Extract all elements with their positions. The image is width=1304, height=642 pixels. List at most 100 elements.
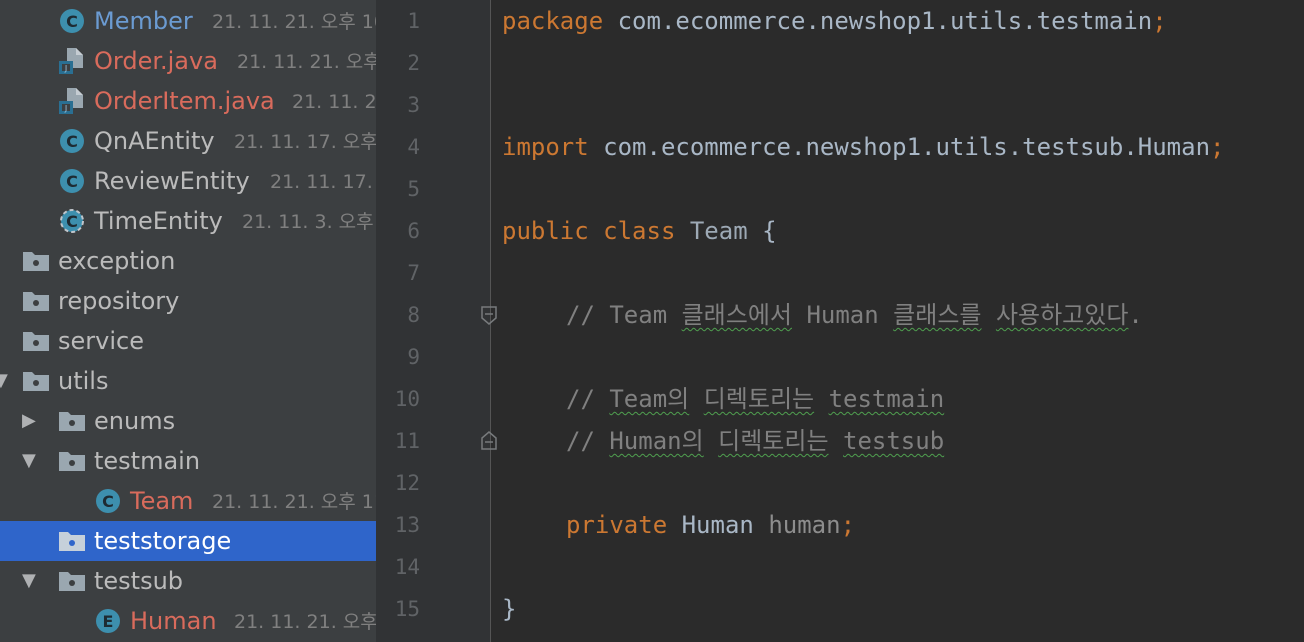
comment-text [814, 385, 828, 413]
tree-item-label: exception [58, 247, 176, 275]
abstract-class-icon: C [59, 208, 85, 234]
tree-item-testmain[interactable]: ▼ testmain [0, 441, 376, 481]
type-name: Human [667, 511, 769, 539]
semicolon: ; [840, 511, 856, 539]
tree-item-label: Order.java [94, 47, 218, 75]
line-number: 12 [394, 471, 420, 495]
semicolon: ; [1210, 133, 1225, 161]
java-file-icon: J [58, 87, 84, 114]
package-folder-icon [22, 369, 49, 395]
comment-word: 사용하고있다 [995, 301, 1129, 329]
tree-item-date: 21. 11. 21. 오후 10 [212, 11, 376, 33]
code-line-8-comment: // Team 클래스에서 Human 클래스를 사용하고있다. [566, 294, 1143, 336]
expanded-arrow-icon[interactable]: ▼ [22, 572, 38, 590]
comment-word: testmain [828, 385, 945, 413]
tree-item-exception[interactable]: exception [0, 241, 376, 281]
keyword: class [603, 217, 676, 245]
comment-word: 디렉토리는 [703, 385, 815, 413]
comment-word: 클래스를 [893, 301, 982, 329]
tree-item-timeentity[interactable]: C TimeEntity 21. 11. 3. 오후 [0, 201, 376, 241]
comment-text [689, 385, 703, 413]
svg-text:C: C [102, 492, 114, 511]
line-number: 5 [407, 177, 420, 201]
enum-icon: E [95, 608, 121, 634]
package-folder-icon [22, 289, 49, 315]
editor-gutter[interactable]: 1 2 3 4 5 6 7 8 9 10 11 12 13 14 15 [376, 0, 497, 642]
line-number: 3 [407, 93, 420, 117]
tree-item-teststorage[interactable]: teststorage [0, 521, 376, 561]
line-number: 14 [394, 555, 420, 579]
brace: { [762, 217, 777, 245]
tree-item-testsub[interactable]: ▼ testsub [0, 561, 376, 601]
comment-text: // Team [566, 301, 682, 329]
fold-end-icon[interactable] [480, 430, 497, 450]
comment-text: . [1128, 301, 1143, 329]
line-number: 15 [394, 597, 420, 621]
line-number: 2 [407, 51, 420, 75]
tree-item-date: 21. 11. 3. 오후 [242, 211, 374, 233]
tree-item-label: ReviewEntity [94, 167, 250, 195]
package-folder-icon [58, 529, 85, 555]
brace: } [502, 595, 517, 623]
keyword: public [502, 217, 589, 245]
tree-item-service[interactable]: service [0, 321, 376, 361]
tree-item-label: Human [130, 607, 217, 635]
tree-item-label: OrderItem.java [94, 87, 275, 115]
code-editor[interactable]: package com.ecommerce.newshop1.utils.tes… [502, 0, 1304, 642]
tree-item-reviewentity[interactable]: C ReviewEntity 21. 11. 17. 오 [0, 161, 376, 201]
tree-item-label: utils [58, 367, 109, 395]
tree-item-label: Team [130, 487, 194, 515]
tree-item-date: 21. 11. 17. 오 [270, 171, 376, 193]
svg-text:C: C [66, 132, 78, 151]
tree-item-human[interactable]: E Human 21. 11. 21. 오후 [0, 601, 376, 641]
tree-item-team[interactable]: C Team 21. 11. 21. 오후 11: [0, 481, 376, 521]
tree-item-date: 21. 11. 17. 오후 ! [234, 131, 376, 153]
comment-text [829, 427, 843, 455]
tree-item-order-java[interactable]: J Order.java 21. 11. 21. 오후 [0, 41, 376, 81]
tree-item-label: service [58, 327, 144, 355]
class-icon: C [59, 128, 85, 154]
comment-word: 클래스에서 [681, 301, 792, 329]
comment-word: testsub [843, 427, 945, 455]
fold-start-icon[interactable] [480, 306, 497, 325]
expanded-arrow-icon[interactable]: ▼ [22, 452, 38, 470]
tree-item-orderitem-java[interactable]: J OrderItem.java 21. 11. 21 [0, 81, 376, 121]
comment-text [981, 301, 995, 329]
import-path: com.ecommerce.newshop1.utils.testsub.Hum… [588, 133, 1211, 161]
semicolon: ; [1152, 7, 1167, 35]
code-line-10-comment: // Team의 디렉토리는 testmain [566, 378, 944, 420]
tree-item-label: repository [58, 287, 180, 315]
code-line-13: private Human human; [566, 504, 855, 546]
code-line-11-comment: // Human의 디렉토리는 testsub [566, 420, 944, 462]
line-number: 4 [407, 135, 420, 159]
tree-item-date: 21. 11. 21. 오후 [237, 51, 376, 73]
tree-item-enums[interactable]: ▶ enums [0, 401, 376, 441]
comment-text: Human [792, 301, 894, 329]
line-number: 1 [407, 9, 420, 33]
line-number: 7 [407, 261, 420, 285]
line-number: 9 [407, 345, 420, 369]
package-folder-icon [58, 409, 85, 435]
java-file-icon: J [58, 47, 84, 74]
line-number: 11 [394, 429, 420, 453]
tree-item-label: TimeEntity [94, 207, 223, 235]
tree-item-repository[interactable]: repository [0, 281, 376, 321]
class-icon: C [59, 8, 85, 34]
code-line-6: public class Team { [502, 210, 777, 252]
class-icon: C [59, 168, 85, 194]
tree-item-qnaentity[interactable]: C QnAEntity 21. 11. 17. 오후 ! [0, 121, 376, 161]
tree-item-utils[interactable]: ▼ utils [0, 361, 376, 401]
comment-word: Human의 [609, 427, 704, 455]
collapsed-arrow-icon[interactable]: ▶ [22, 412, 38, 430]
keyword: import [502, 133, 589, 161]
svg-text:C: C [66, 172, 78, 191]
package-path: com.ecommerce.newshop1.utils.testmain [603, 7, 1153, 35]
comment-word: Team의 [609, 385, 690, 413]
comment-word: 디렉토리는 [718, 427, 829, 455]
tree-item-member[interactable]: C Member 21. 11. 21. 오후 10 [0, 1, 376, 41]
comment-text [704, 427, 718, 455]
expanded-arrow-icon[interactable]: ▼ [0, 372, 10, 390]
svg-text:C: C [66, 12, 78, 31]
keyword: package [502, 7, 604, 35]
field-name: human [768, 511, 841, 539]
